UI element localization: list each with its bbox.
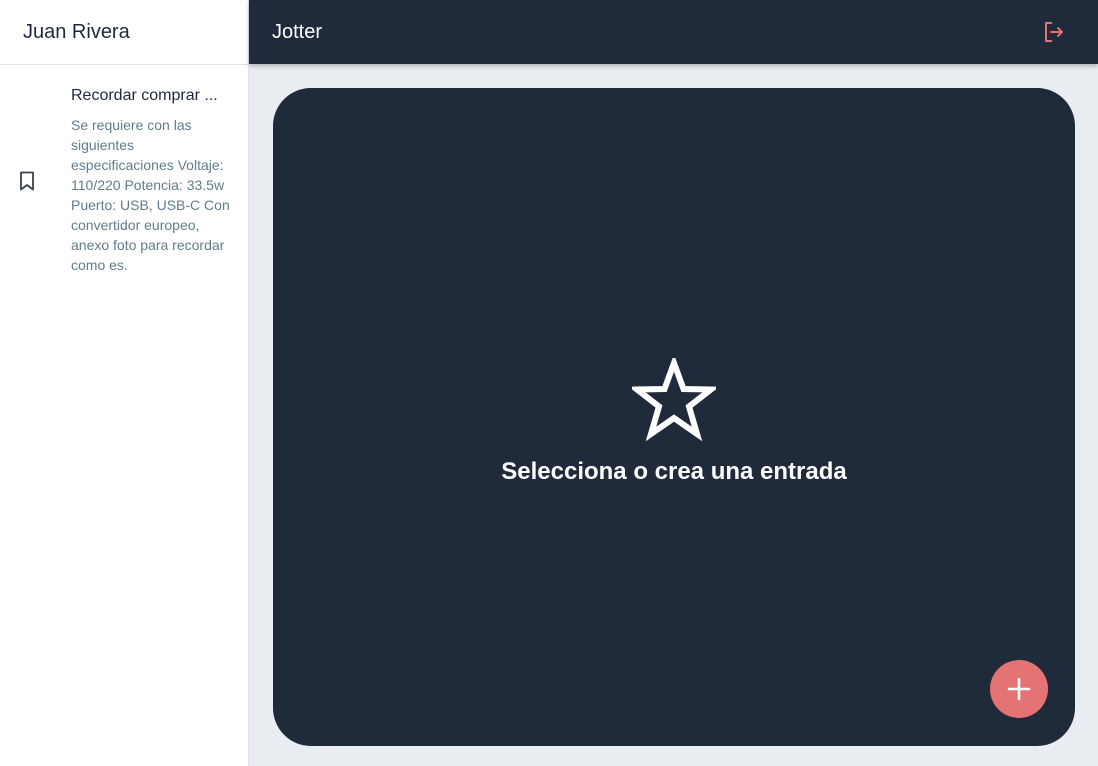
- entry-title: Recordar comprar ...: [71, 87, 218, 104]
- sidebar: Juan Rivera Recordar comprar ... Se requ…: [0, 0, 249, 766]
- app-bar: Jotter: [249, 0, 1098, 64]
- logout-button[interactable]: [1042, 20, 1066, 44]
- journal-entry-item[interactable]: Recordar comprar ... Se requiere con las…: [0, 65, 248, 275]
- entry-preview-text: Se requiere con las siguientes especific…: [71, 117, 230, 273]
- main-panel: Selecciona o crea una entrada: [273, 88, 1075, 746]
- sidebar-header: Juan Rivera: [0, 0, 248, 65]
- entry-body: Recordar comprar ... Se requiere con las…: [71, 87, 234, 275]
- empty-state: Selecciona o crea una entrada: [273, 358, 1075, 486]
- bookmark-icon: [18, 87, 71, 275]
- user-name: Juan Rivera: [23, 20, 130, 43]
- empty-message: Selecciona o crea una entrada: [501, 458, 847, 485]
- logout-icon: [1045, 22, 1063, 42]
- add-icon: [1007, 677, 1031, 701]
- app-title: Jotter: [272, 20, 323, 43]
- add-entry-button[interactable]: [990, 660, 1048, 718]
- star-icon: [632, 358, 716, 442]
